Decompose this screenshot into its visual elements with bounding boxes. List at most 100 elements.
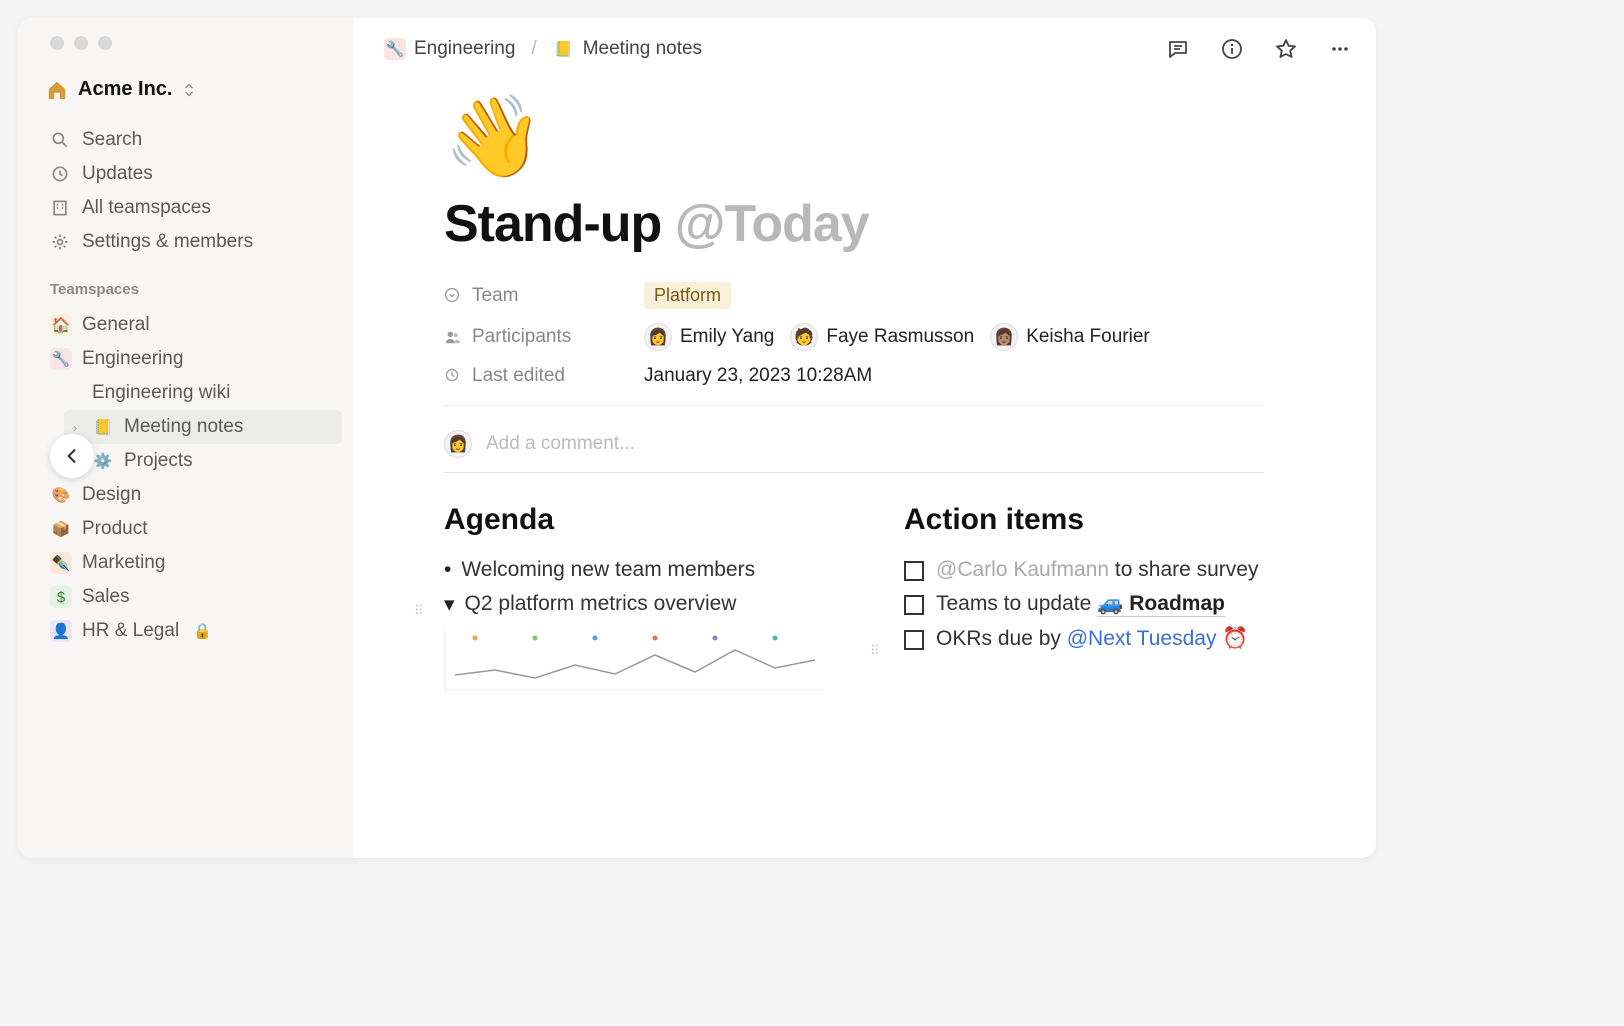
breadcrumb-current-label: Meeting notes xyxy=(583,38,702,60)
agenda-heading[interactable]: Agenda xyxy=(444,503,844,537)
page-content: 👋 Stand-up @Today Team Platform Particip… xyxy=(354,80,1376,690)
breadcrumb-parent[interactable]: 🔧 Engineering xyxy=(378,34,521,64)
person-mention[interactable]: @Carlo Kaufmann xyxy=(936,558,1109,581)
breadcrumb-current[interactable]: 📒 Meeting notes xyxy=(547,34,708,64)
teamspaces-heading: Teamspaces xyxy=(50,281,342,298)
page-title-mention: @Today xyxy=(675,195,869,253)
dollar-icon: $ xyxy=(50,586,72,608)
package-icon: 📦 xyxy=(50,518,72,540)
property-participants[interactable]: Participants 👩Emily Yang 🧑Faye Rasmusson… xyxy=(444,323,1376,351)
people-icon xyxy=(444,328,462,346)
sidebar-settings[interactable]: Settings & members xyxy=(46,225,342,259)
palette-icon: 🎨 xyxy=(50,484,72,506)
workspace-switcher[interactable]: Acme Inc. xyxy=(46,78,342,101)
teamspace-marketing[interactable]: ✒️ Marketing xyxy=(46,546,342,580)
page-label: Engineering wiki xyxy=(92,382,230,404)
property-label: Participants xyxy=(444,326,644,348)
window-close[interactable] xyxy=(50,36,64,50)
drag-handle-icon[interactable]: ⠿ xyxy=(414,603,426,619)
search-icon xyxy=(50,130,70,150)
teamspace-label: HR & Legal xyxy=(82,620,179,642)
checkbox[interactable] xyxy=(904,595,924,615)
page-label: Meeting notes xyxy=(124,416,243,438)
building-icon xyxy=(50,198,70,218)
avatar: 👩 xyxy=(444,430,472,458)
page-title[interactable]: Stand-up @Today xyxy=(444,194,1376,254)
action-items-heading[interactable]: Action items xyxy=(904,503,1304,537)
teamspace-label: Marketing xyxy=(82,552,165,574)
teamspace-sales[interactable]: $ Sales xyxy=(46,580,342,614)
house-icon: 🏠 xyxy=(50,314,72,336)
wrench-icon: 🔧 xyxy=(50,348,72,370)
page-meeting-notes[interactable]: › 📒 Meeting notes xyxy=(64,410,342,444)
divider xyxy=(444,405,1264,406)
toggle-caret-icon[interactable]: ▾ xyxy=(444,592,455,617)
teamspace-label: Product xyxy=(82,518,147,540)
sidebar-all-teamspaces-label: All teamspaces xyxy=(82,197,211,219)
page-doc-icon: 📒 xyxy=(92,416,114,438)
comments-icon[interactable] xyxy=(1166,37,1190,61)
action-items-column: ⠿ Action items @Carlo Kaufmann to share … xyxy=(904,503,1304,690)
add-comment[interactable]: 👩 Add a comment... xyxy=(444,430,1264,458)
avatar: 🧑 xyxy=(790,323,818,351)
agenda-toggle-item[interactable]: ▾ Q2 platform metrics overview xyxy=(444,587,844,622)
person-icon: 👤 xyxy=(50,620,72,642)
participant[interactable]: 👩Emily Yang xyxy=(644,323,774,351)
collapse-sidebar-button[interactable] xyxy=(50,434,94,478)
page-link[interactable]: 🚙Roadmap xyxy=(1097,592,1225,617)
participant[interactable]: 🧑Faye Rasmusson xyxy=(790,323,974,351)
property-value: January 23, 2023 10:28AM xyxy=(644,365,872,387)
teamspace-general[interactable]: 🏠 General xyxy=(46,308,342,342)
info-icon[interactable] xyxy=(1220,37,1244,61)
sidebar-updates[interactable]: Updates xyxy=(46,157,342,191)
wrench-icon: 🔧 xyxy=(384,38,406,60)
teamspace-engineering[interactable]: 🔧 Engineering xyxy=(46,342,342,376)
window-zoom[interactable] xyxy=(98,36,112,50)
property-team[interactable]: Team Platform xyxy=(444,282,1376,309)
chevron-right-icon[interactable]: › xyxy=(68,420,82,435)
columns: ⠿ Agenda • Welcoming new team members ▾ … xyxy=(444,503,1376,690)
metrics-chart xyxy=(444,630,824,690)
teamspace-design[interactable]: 🎨 Design xyxy=(46,478,342,512)
teamspace-label: Engineering xyxy=(82,348,183,370)
alarm-clock-icon: ⏰ xyxy=(1222,627,1248,650)
action-item[interactable]: @Carlo Kaufmann to share survey xyxy=(904,553,1304,587)
date-mention[interactable]: @Next Tuesday xyxy=(1067,627,1217,650)
property-value[interactable]: 👩Emily Yang 🧑Faye Rasmusson 👩🏽Keisha Fou… xyxy=(644,323,1150,351)
divider xyxy=(444,472,1264,473)
participant[interactable]: 👩🏽Keisha Fourier xyxy=(990,323,1150,351)
page-title-text: Stand-up xyxy=(444,195,675,253)
window-minimize[interactable] xyxy=(74,36,88,50)
topbar: 🔧 Engineering / 📒 Meeting notes xyxy=(354,18,1376,80)
clock-icon xyxy=(444,367,462,385)
sidebar-all-teamspaces[interactable]: All teamspaces xyxy=(46,191,342,225)
checkbox[interactable] xyxy=(904,630,924,650)
teamspace-label: Design xyxy=(82,484,141,506)
agenda-column: Agenda • Welcoming new team members ▾ Q2… xyxy=(444,503,844,690)
page-projects[interactable]: › ⚙️ Projects xyxy=(64,444,342,478)
action-item[interactable]: Teams to update 🚙Roadmap xyxy=(904,587,1304,622)
sidebar-search[interactable]: Search xyxy=(46,123,342,157)
teamspace-product[interactable]: 📦 Product xyxy=(46,512,342,546)
teamspace-label: Sales xyxy=(82,586,130,608)
main-panel: 🔧 Engineering / 📒 Meeting notes 👋 Stand-… xyxy=(354,18,1376,858)
sidebar-updates-label: Updates xyxy=(82,163,153,185)
agenda-item[interactable]: • Welcoming new team members xyxy=(444,553,844,587)
bullet-icon: • xyxy=(444,558,451,582)
page-engineering-wiki[interactable]: Engineering wiki xyxy=(64,376,342,410)
breadcrumb-separator: / xyxy=(531,38,536,60)
property-value[interactable]: Platform xyxy=(644,282,731,309)
action-item[interactable]: OKRs due by @Next Tuesday ⏰ xyxy=(904,622,1304,656)
checkbox[interactable] xyxy=(904,561,924,581)
select-icon xyxy=(444,287,462,305)
star-icon[interactable] xyxy=(1274,37,1298,61)
window-controls xyxy=(50,36,342,50)
sidebar-search-label: Search xyxy=(82,129,142,151)
property-last-edited: Last edited January 23, 2023 10:28AM xyxy=(444,365,1376,387)
clock-icon xyxy=(50,164,70,184)
more-icon[interactable] xyxy=(1328,37,1352,61)
comment-placeholder: Add a comment... xyxy=(486,433,635,455)
page-emoji[interactable]: 👋 xyxy=(444,90,1376,184)
drag-handle-icon[interactable]: ⠿ xyxy=(870,643,882,659)
teamspace-hr-legal[interactable]: 👤 HR & Legal 🔒 xyxy=(46,614,342,648)
